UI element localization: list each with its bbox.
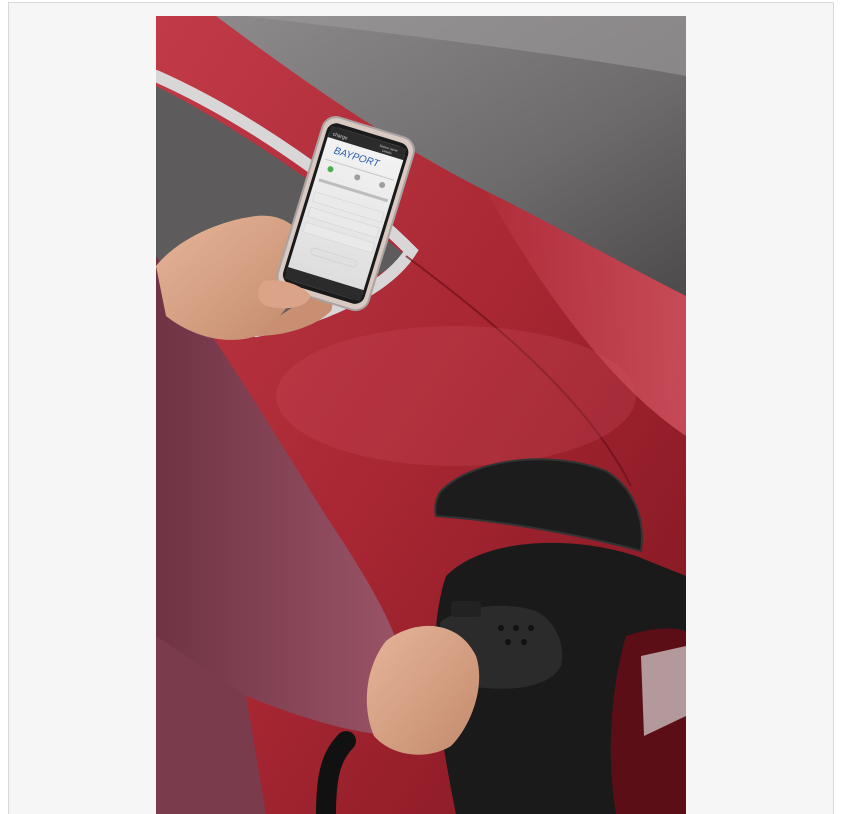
product-photo: charge Station name Details BAYPORT: [156, 16, 686, 814]
